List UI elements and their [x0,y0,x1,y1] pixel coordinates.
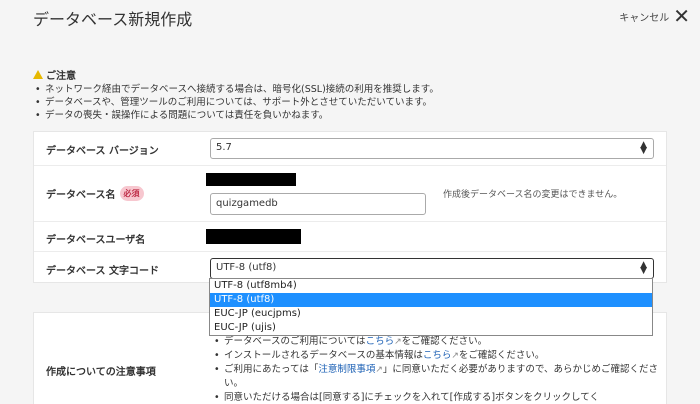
version-row: データベース バージョン 5.7 ▲ ▼ [34,132,666,166]
external-link-icon: ↗ [451,351,459,361]
database-name-input[interactable]: quizgamedb [210,193,426,215]
version-select-value: 5.7 [216,142,232,153]
notes-item-text: ご利用にあたっては「 [224,364,319,375]
name-label-group: データベース名 必須 [46,186,144,201]
cancel-button[interactable]: キャンセル ✕ [619,6,690,26]
required-badge: 必須 [119,186,144,201]
notes-item-text: データベースのご利用については [224,336,366,347]
charset-dropdown-list: UTF-8 (utf8mb4) UTF-8 (utf8) EUC-JP (euc… [209,278,653,336]
notes-item-text: をご確認ください。 [401,336,488,347]
notes-item: ご利用にあたっては「注意制限事項↗」に同意いただく必要がありますので、あらかじめ… [212,363,662,391]
charset-option[interactable]: EUC-JP (eucjpms) [210,307,652,321]
cancel-label: キャンセル [619,12,670,24]
charset-option[interactable]: UTF-8 (utf8mb4) [210,279,652,293]
notice-box: ご注意 ネットワーク経由でデータベースへ接続する場合は、暗号化(SSL)接続の利… [33,67,673,122]
notes-link[interactable]: こちら [423,350,452,361]
charset-select[interactable]: UTF-8 (utf8) ▲ ▼ [210,258,654,279]
name-row: データベース名 必須 quizgamedb 作成後データベース名の変更はできませ… [34,166,666,222]
sort-arrows-icon: ▲ ▼ [640,140,647,156]
notes-list: データベースのご利用についてはこちら↗をご確認ください。 インストールされるデー… [212,335,662,404]
external-link-icon: ↗ [394,337,402,347]
notes-item-text: をご確認ください。 [458,350,545,361]
charset-option[interactable]: EUC-JP (ujis) [210,321,652,335]
name-label: データベース名 [46,190,116,201]
warning-icon [33,70,43,79]
user-row: データベースユーザ名 [34,222,666,252]
redacted-block [206,173,296,186]
page-header: データベース新規作成 キャンセル ✕ [0,0,700,36]
database-name-value: quizgamedb [216,198,278,209]
notes-item-text: 同意いただける場合は[同意する]にチェックを入れて[作成する]ボタンをクリックし… [224,392,599,403]
notes-item: データベースのご利用についてはこちら↗をご確認ください。 [212,335,662,349]
notes-item-text: インストールされるデータベースの基本情報は [224,350,423,361]
charset-label: データベース 文字コード [46,266,159,277]
version-select[interactable]: 5.7 ▲ ▼ [210,138,654,159]
notice-item: データベースや、管理ツールのご利用については、サポート外とさせていただいています… [33,96,673,109]
notes-item: インストールされるデータベースの基本情報はこちら↗をご確認ください。 [212,349,662,363]
charset-option-selected[interactable]: UTF-8 (utf8) [210,293,652,307]
notes-link[interactable]: こちら [366,336,395,347]
notes-item: 同意いただける場合は[同意する]にチェックを入れて[作成する]ボタンをクリックし… [212,391,662,404]
notice-list: ネットワーク経由でデータベースへ接続する場合は、暗号化(SSL)接続の利用を推奨… [33,83,673,122]
page-title: データベース新規作成 [33,10,193,29]
notes-link[interactable]: 注意制限事項 [318,364,375,375]
redacted-block [206,229,301,244]
notice-item: ネットワーク経由でデータベースへ接続する場合は、暗号化(SSL)接続の利用を推奨… [33,83,673,96]
external-link-icon: ↗ [375,365,383,375]
charset-select-value: UTF-8 (utf8) [216,262,277,273]
close-icon[interactable]: ✕ [673,6,690,26]
version-label: データベース バージョン [46,146,159,157]
notice-heading: ご注意 [33,67,673,82]
user-label: データベースユーザ名 [46,235,146,246]
sort-arrows-icon: ▲ ▼ [640,260,647,276]
notice-heading-text: ご注意 [46,71,76,82]
form-card: データベース バージョン 5.7 ▲ ▼ データベース名 必須 quizgamed… [33,131,667,283]
name-hint: 作成後データベース名の変更はできません。 [443,190,623,200]
notes-label: 作成についての注意事項 [46,367,156,378]
notice-item: データの喪失・誤操作による問題については責任を負いかねます。 [33,109,673,122]
